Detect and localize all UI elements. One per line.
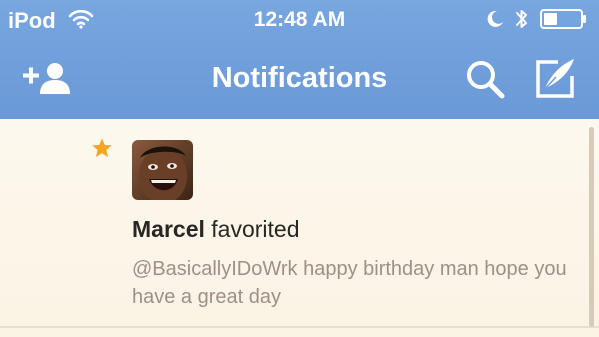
notification-list[interactable]: Marcel favorited @BasicallyIDoWrk happy …	[0, 119, 599, 337]
battery-icon	[540, 9, 588, 34]
star-icon	[91, 137, 113, 164]
actor-name[interactable]: Marcel	[132, 216, 205, 242]
scrollbar[interactable]	[589, 127, 594, 327]
status-bar: iPod 12:48 AM	[0, 0, 599, 40]
divider	[0, 326, 599, 328]
page-title: Notifications	[211, 62, 388, 94]
nav-bar: Notifications	[0, 48, 599, 112]
avatar[interactable]	[132, 140, 193, 200]
action-text: favorited	[211, 216, 300, 242]
search-icon[interactable]	[464, 58, 506, 105]
tweet-text[interactable]: @BasicallyIDoWrk happy birthday man hope…	[132, 255, 572, 311]
moon-icon	[485, 9, 505, 34]
header: iPod 12:48 AM Notifications	[0, 0, 599, 119]
notification-header: Marcel favorited	[132, 216, 299, 243]
clock: 12:48 AM	[253, 8, 346, 31]
bluetooth-icon	[514, 6, 530, 37]
compose-icon[interactable]	[534, 56, 578, 105]
